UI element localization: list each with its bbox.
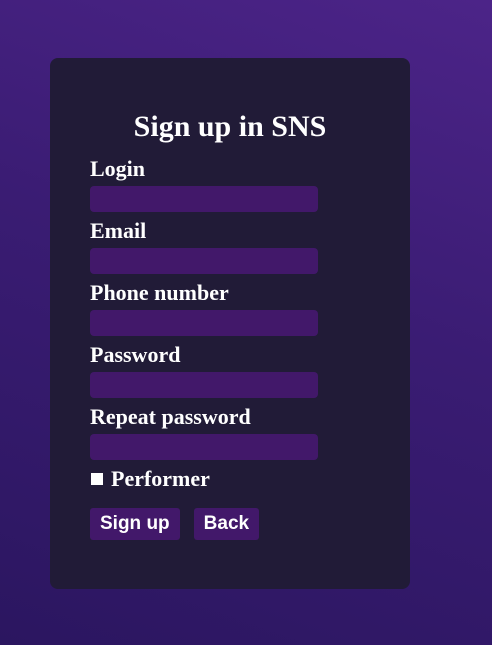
repeat-password-input[interactable]	[90, 434, 318, 460]
signup-form: Login Email Phone number Password Repeat…	[90, 154, 330, 540]
repeat-password-label: Repeat password	[90, 404, 251, 429]
email-label: Email	[90, 218, 147, 243]
email-input[interactable]	[90, 248, 318, 274]
back-button[interactable]: Back	[193, 508, 260, 540]
performer-label: Performer	[111, 466, 210, 491]
phone-number-label: Phone number	[90, 280, 229, 305]
performer-checkbox[interactable]	[91, 473, 103, 485]
password-label: Password	[90, 342, 181, 367]
phone-number-input[interactable]	[90, 310, 318, 336]
login-label: Login	[90, 156, 146, 181]
form-actions: Sign up Back	[90, 508, 330, 540]
sign-up-button[interactable]: Sign up	[90, 508, 180, 540]
password-input[interactable]	[90, 372, 318, 398]
page-title: Sign up in SNS	[133, 110, 327, 143]
performer-option: Performer	[90, 464, 330, 494]
login-input[interactable]	[90, 186, 318, 212]
